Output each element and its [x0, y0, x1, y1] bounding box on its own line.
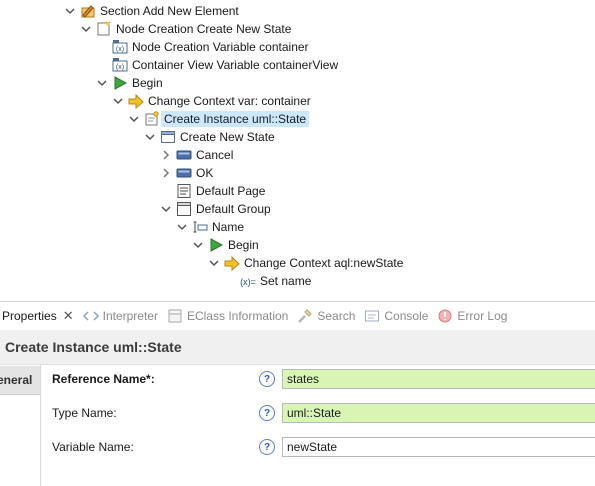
tree-node-change-context[interactable]: Change Context var: container [112, 92, 311, 110]
chevron-down-icon[interactable] [144, 128, 156, 146]
tree-label: Section Add New Element [100, 4, 239, 18]
search-flashlight-icon [297, 308, 313, 324]
tab-label: Interpreter [102, 309, 158, 323]
side-tab-general[interactable]: eneral [0, 366, 40, 395]
tree-label: Create New State [180, 130, 275, 144]
tree-node-ok[interactable]: OK [160, 164, 213, 182]
tree-label: Set name [260, 274, 312, 288]
variable-name-label: Variable Name: [52, 440, 134, 454]
view-tab-bar: Properties ✕ Interpreter EClass Informat… [0, 301, 595, 330]
tree-label: Default Group [196, 202, 271, 216]
chevron-down-icon[interactable] [80, 20, 92, 38]
model-tree: Section Add New Element Node Creation Cr… [0, 0, 595, 296]
tree-label: Default Page [196, 184, 266, 198]
tab-console[interactable]: Console [361, 302, 434, 330]
chevron-right-icon[interactable] [160, 164, 172, 182]
tab-interpreter[interactable]: Interpreter [80, 302, 164, 330]
tree-label: Change Context aql:newState [244, 256, 404, 270]
form-title: Create Instance uml::State [5, 339, 182, 355]
tree-node-name[interactable]: Name [176, 218, 244, 236]
type-name-field[interactable]: uml::State [282, 403, 595, 423]
begin-play-icon [112, 75, 128, 91]
close-icon[interactable]: ✕ [63, 308, 74, 324]
side-tab-label: eneral [0, 373, 33, 387]
tab-label: EClass Information [186, 309, 289, 323]
change-context-icon [128, 93, 144, 109]
variable-icon: (x) [112, 39, 128, 55]
chevron-down-icon[interactable] [160, 200, 172, 218]
section-icon [80, 3, 96, 19]
tab-label: Search [317, 309, 356, 323]
tree-node-cancel[interactable]: Cancel [160, 146, 233, 164]
form-title-bar: Create Instance uml::State [0, 330, 595, 365]
interpreter-icon [82, 308, 99, 324]
tree-node-node-creation[interactable]: Node Creation Create New State [80, 20, 291, 38]
chevron-down-icon[interactable] [208, 254, 220, 272]
tree-label: Cancel [196, 148, 234, 162]
tab-search[interactable]: Search [294, 302, 361, 330]
create-instance-icon [144, 111, 160, 127]
chevron-down-icon[interactable] [64, 2, 76, 20]
tree-node-create-new-state[interactable]: Create New State [144, 128, 275, 146]
chevron-down-icon[interactable] [176, 218, 188, 236]
button-icon [176, 165, 192, 181]
console-icon [364, 308, 380, 324]
eclass-icon [167, 308, 183, 324]
tab-eclass-information[interactable]: EClass Information [164, 302, 294, 330]
tab-label: Console [384, 309, 429, 323]
help-icon[interactable]: ? [259, 439, 275, 455]
tree-label: Container View Variable containerView [132, 58, 339, 72]
tree-node-create-instance[interactable]: Create Instance uml::State [128, 110, 310, 128]
button-icon [176, 147, 192, 163]
variable-name-field[interactable]: newState [282, 437, 595, 457]
tree-label: Create Instance uml::State [161, 111, 310, 127]
tree-node-var-container[interactable]: (x) Node Creation Variable container [96, 38, 309, 56]
chevron-down-icon[interactable] [192, 236, 204, 254]
page-icon [176, 183, 192, 199]
tree-node-change-context-2[interactable]: Change Context aql:newState [208, 254, 403, 272]
error-log-icon [437, 308, 453, 324]
reference-name-label: Reference Name*: [52, 372, 155, 386]
begin-play-icon [208, 237, 224, 253]
dialog-icon [160, 129, 176, 145]
tab-properties[interactable]: Properties ✕ [0, 302, 80, 330]
tree-label: Name [212, 220, 245, 234]
chevron-down-icon[interactable] [112, 92, 124, 110]
tree-label: OK [196, 166, 214, 180]
chevron-down-icon[interactable] [96, 74, 108, 92]
tree-label: Change Context var: container [148, 94, 311, 108]
text-widget-icon [192, 219, 208, 235]
tree-node-default-group[interactable]: Default Group [160, 200, 271, 218]
tree-label: Node Creation Variable container [132, 40, 309, 54]
tree-node-begin[interactable]: Begin [96, 74, 163, 92]
svg-text:(x)=: (x)= [240, 277, 256, 287]
tab-label: Properties [2, 309, 57, 323]
set-value-icon: (x)= [240, 273, 256, 289]
svg-text:(x): (x) [116, 46, 124, 53]
tree-node-var-container-view[interactable]: (x) Container View Variable containerVie… [96, 56, 338, 74]
group-icon [176, 201, 192, 217]
tree-node-set-name[interactable]: (x)= Set name [224, 272, 311, 290]
tree-node-begin-2[interactable]: Begin [192, 236, 259, 254]
tab-error-log[interactable]: Error Log [434, 302, 513, 330]
chevron-down-icon[interactable] [128, 110, 140, 128]
change-context-icon [224, 255, 240, 271]
node-creation-icon [96, 21, 112, 37]
tree-node-default-page[interactable]: Default Page [160, 182, 265, 200]
variable-icon: (x) [112, 57, 128, 73]
type-name-label: Type Name: [52, 406, 117, 420]
tree-node-section-add[interactable]: Section Add New Element [64, 2, 239, 20]
help-icon[interactable]: ? [259, 371, 275, 387]
tree-label: Begin [228, 238, 259, 252]
reference-name-field[interactable]: states [282, 369, 595, 389]
svg-text:(x): (x) [116, 64, 124, 71]
tab-label: Error Log [457, 309, 508, 323]
tree-label: Begin [132, 76, 163, 90]
tree-label: Node Creation Create New State [116, 22, 292, 36]
chevron-right-icon[interactable] [160, 146, 172, 164]
help-icon[interactable]: ? [259, 405, 275, 421]
